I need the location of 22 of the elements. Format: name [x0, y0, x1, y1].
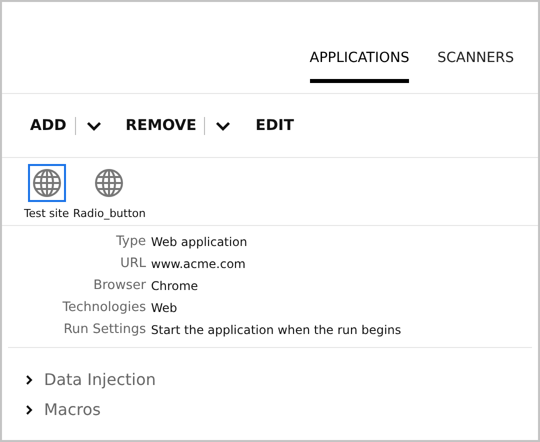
chevron-down-icon [215, 120, 232, 130]
property-label: Run Settings [62, 321, 147, 339]
property-label: URL [119, 255, 147, 273]
property-value: Web [151, 300, 178, 317]
globe-icon [94, 168, 124, 198]
section-header[interactable]: Data Injection [24, 368, 156, 392]
property-value: www.acme.com [151, 256, 246, 273]
globe-icon [32, 168, 62, 198]
property-value: Start the application when the run begins [151, 322, 402, 339]
tab[interactable]: SCANNERS [437, 48, 514, 83]
toolbar-button[interactable]: REMOVE [126, 114, 196, 137]
property-label: Type [115, 233, 147, 251]
property-label: Technologies [61, 299, 147, 317]
property-value: Chrome [151, 278, 198, 295]
toolbar-button[interactable]: ADD [30, 114, 67, 137]
property-value: Web application [151, 234, 248, 251]
toolbar-button[interactable]: EDIT [255, 114, 294, 137]
tab[interactable]: APPLICATIONS [310, 48, 410, 83]
application-item[interactable]: Radio_button [73, 164, 146, 225]
chevron-down-icon [86, 120, 102, 130]
property-label: Browser [92, 277, 147, 295]
section-header[interactable]: Macros [24, 398, 101, 422]
